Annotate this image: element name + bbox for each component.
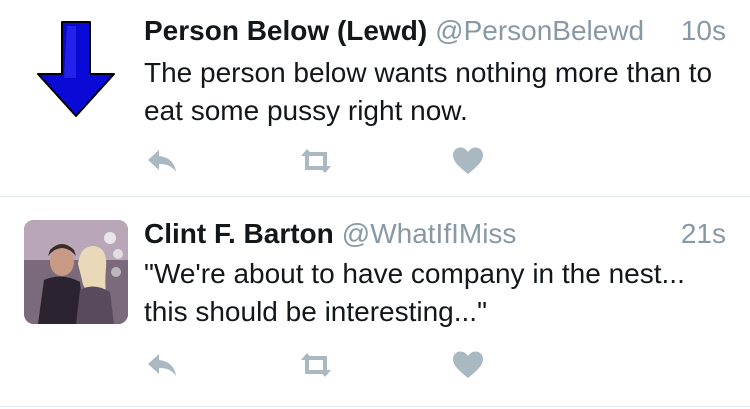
display-name[interactable]: Clint F. Barton bbox=[144, 218, 334, 249]
tweet[interactable]: Clint F. Barton @WhatIfIMiss 21s "We're a… bbox=[0, 197, 750, 408]
tweet-actions bbox=[146, 146, 506, 176]
username[interactable]: @PersonBelewd bbox=[435, 15, 644, 46]
tweet-header: Clint F. Barton @WhatIfIMiss bbox=[144, 217, 516, 251]
like-button[interactable] bbox=[452, 146, 488, 176]
tweet-header: Person Below (Lewd) @PersonBelewd bbox=[144, 14, 644, 48]
reply-button[interactable] bbox=[146, 350, 182, 380]
retweet-button[interactable] bbox=[298, 146, 334, 176]
tweet-text: "We're about to have company in the nest… bbox=[144, 258, 685, 327]
display-name[interactable]: Person Below (Lewd) bbox=[144, 15, 427, 46]
tweet-text: The person below wants nothing more than… bbox=[144, 57, 713, 126]
tweet[interactable]: Person Below (Lewd) @PersonBelewd 10s The… bbox=[0, 0, 750, 196]
heart-icon bbox=[453, 351, 483, 378]
username[interactable]: @WhatIfIMiss bbox=[342, 218, 517, 249]
retweet-icon bbox=[301, 149, 331, 173]
down-arrow-icon[interactable] bbox=[24, 16, 128, 120]
timestamp[interactable]: 10s bbox=[681, 14, 726, 48]
reply-icon bbox=[148, 150, 176, 172]
tweet-actions bbox=[146, 350, 506, 380]
tweet-divider bbox=[0, 406, 750, 407]
retweet-button[interactable] bbox=[298, 350, 334, 380]
reply-button[interactable] bbox=[146, 146, 182, 176]
timestamp[interactable]: 21s bbox=[681, 217, 726, 251]
reply-icon bbox=[148, 354, 176, 376]
retweet-icon bbox=[301, 353, 331, 377]
heart-icon bbox=[453, 147, 483, 174]
like-button[interactable] bbox=[452, 350, 488, 380]
profile-photo[interactable] bbox=[24, 220, 128, 324]
